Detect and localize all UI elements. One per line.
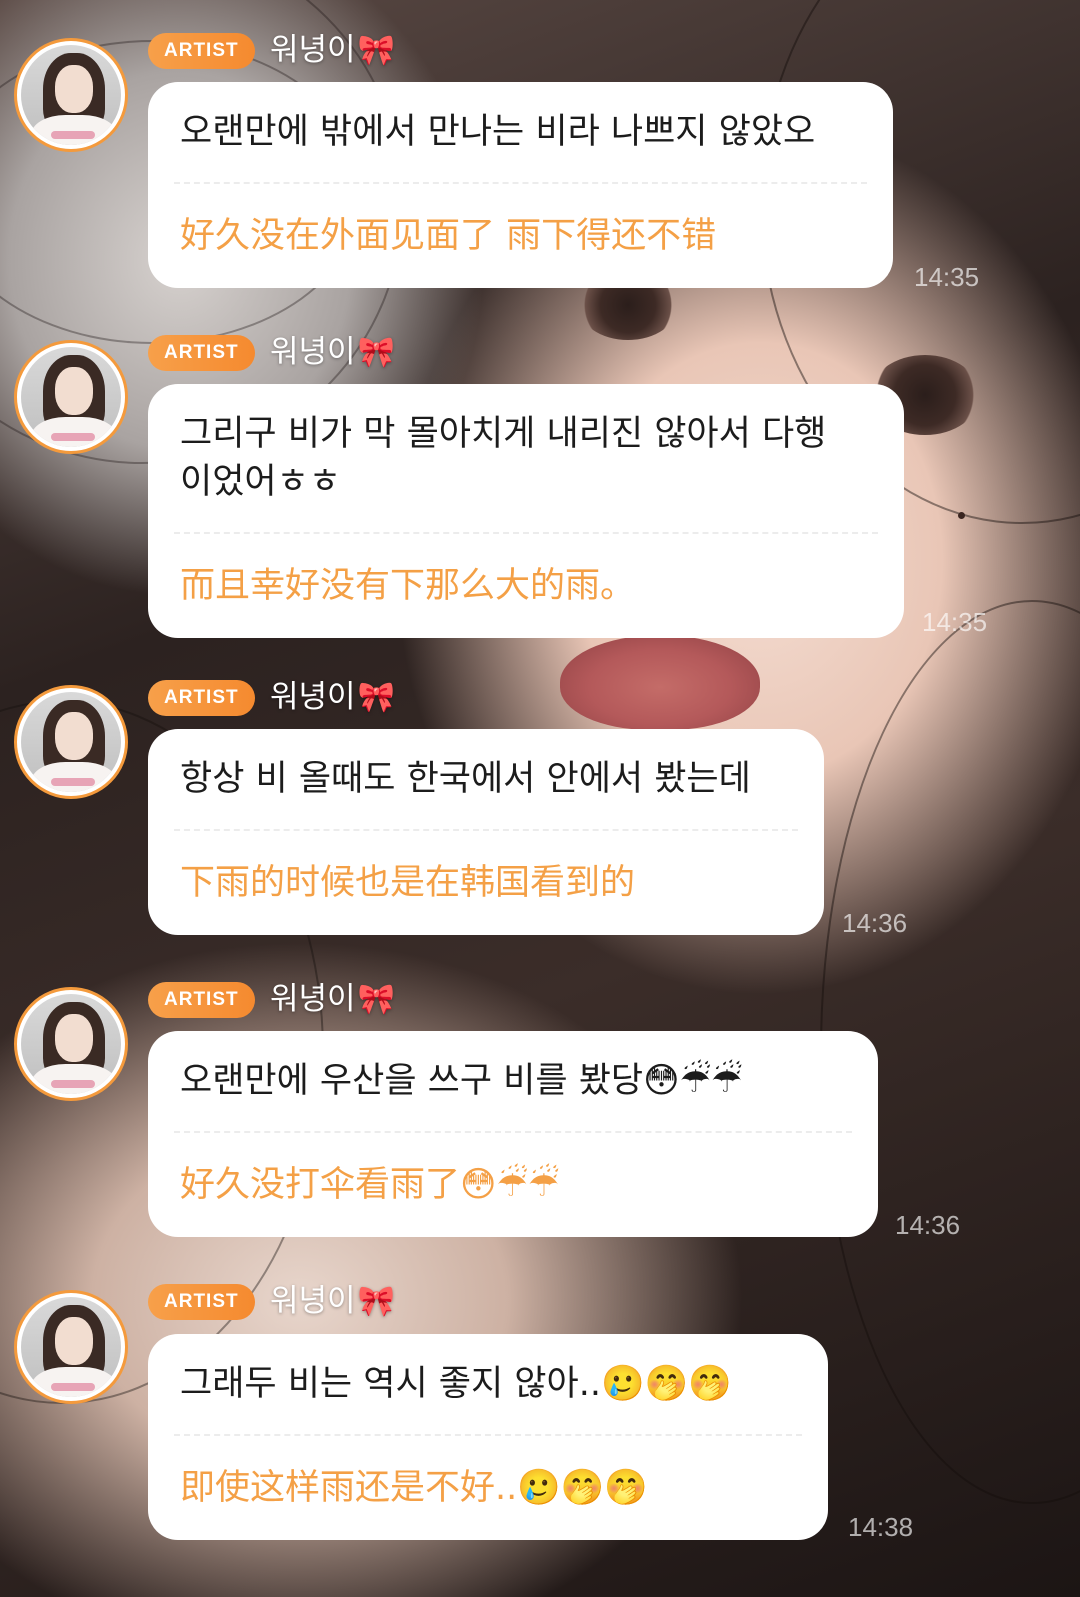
message-timestamp: 14:35: [914, 262, 980, 292]
sender-name-text: 워녕이: [270, 679, 356, 715]
artist-avatar[interactable]: [14, 685, 128, 799]
ribbon-icon: 🎀: [357, 335, 395, 370]
message-text-translation: 即使这样雨还是不好..🥲🤭🤭: [180, 1468, 648, 1508]
artist-badge: ARTIST: [148, 335, 255, 371]
message-text-korean: 그래두 비는 역시 좋지 않아..🥲🤭🤭: [180, 1364, 732, 1404]
sender-name: 워녕이🎀: [270, 979, 395, 1020]
sender-name: 워녕이🎀: [270, 1281, 395, 1322]
message-text-translation: 而且幸好没有下那么大的雨。: [180, 566, 636, 606]
artist-avatar[interactable]: [14, 340, 128, 454]
message-text-translation: 下雨的时候也是在韩国看到的: [180, 863, 636, 903]
message-bubble[interactable]: 항상 비 올때도 한국에서 안에서 봤는데 下雨的时候也是在韩国看到的: [148, 729, 824, 935]
sender-name: 워녕이🎀: [270, 332, 395, 373]
artist-badge: ARTIST: [148, 1284, 255, 1320]
message-timestamp: 14:36: [842, 908, 908, 938]
chat-screen: ARTIST 워녕이🎀 오랜만에 밖에서 만나는 비라 나쁘지 않았오 好久没在…: [0, 0, 1080, 1597]
artist-avatar[interactable]: [14, 1290, 128, 1404]
sender-name-text: 워녕이: [270, 32, 356, 68]
message-bubble[interactable]: 그리구 비가 막 몰아치게 내리진 않아서 다행 이었어ㅎㅎ 而且幸好没有下那么…: [148, 384, 904, 638]
message-text-translation: 好久没在外面见面了 雨下得还不错: [180, 216, 717, 256]
message-text-korean: 오랜만에 밖에서 만나는 비라 나쁘지 않았오: [180, 112, 816, 152]
message-timestamp: 14:38: [848, 1512, 914, 1542]
ribbon-icon: 🎀: [357, 1284, 395, 1319]
ribbon-icon: 🎀: [357, 33, 395, 68]
sender-name-text: 워녕이: [270, 1283, 356, 1319]
message-bubble[interactable]: 오랜만에 밖에서 만나는 비라 나쁘지 않았오 好久没在外面见面了 雨下得还不错: [148, 82, 893, 288]
message-bubble[interactable]: 그래두 비는 역시 좋지 않아..🥲🤭🤭 即使这样雨还是不好..🥲🤭🤭: [148, 1334, 828, 1540]
message-timestamp: 14:36: [895, 1210, 961, 1240]
artist-avatar[interactable]: [14, 38, 128, 152]
sender-name-text: 워녕이: [270, 334, 356, 370]
ribbon-icon: 🎀: [357, 982, 395, 1017]
message-bubble[interactable]: 오랜만에 우산을 쓰구 비를 봤당😳☔☔ 好久没打伞看雨了😳☔☔: [148, 1031, 878, 1237]
sender-name-text: 워녕이: [270, 981, 356, 1017]
artist-avatar[interactable]: [14, 987, 128, 1101]
artist-badge: ARTIST: [148, 680, 255, 716]
sender-name: 워녕이🎀: [270, 30, 395, 71]
ribbon-icon: 🎀: [357, 680, 395, 715]
message-timestamp: 14:35: [922, 607, 988, 637]
artist-badge: ARTIST: [148, 33, 255, 69]
artist-badge: ARTIST: [148, 982, 255, 1018]
sender-name: 워녕이🎀: [270, 677, 395, 718]
message-text-korean: 항상 비 올때도 한국에서 안에서 봤는데: [180, 759, 751, 799]
message-text-translation: 好久没打伞看雨了😳☔☔: [180, 1165, 560, 1205]
message-text-korean: 오랜만에 우산을 쓰구 비를 봤당😳☔☔: [180, 1061, 743, 1101]
message-text-korean: 그리구 비가 막 몰아치게 내리진 않아서 다행 이었어ㅎㅎ: [180, 414, 827, 502]
